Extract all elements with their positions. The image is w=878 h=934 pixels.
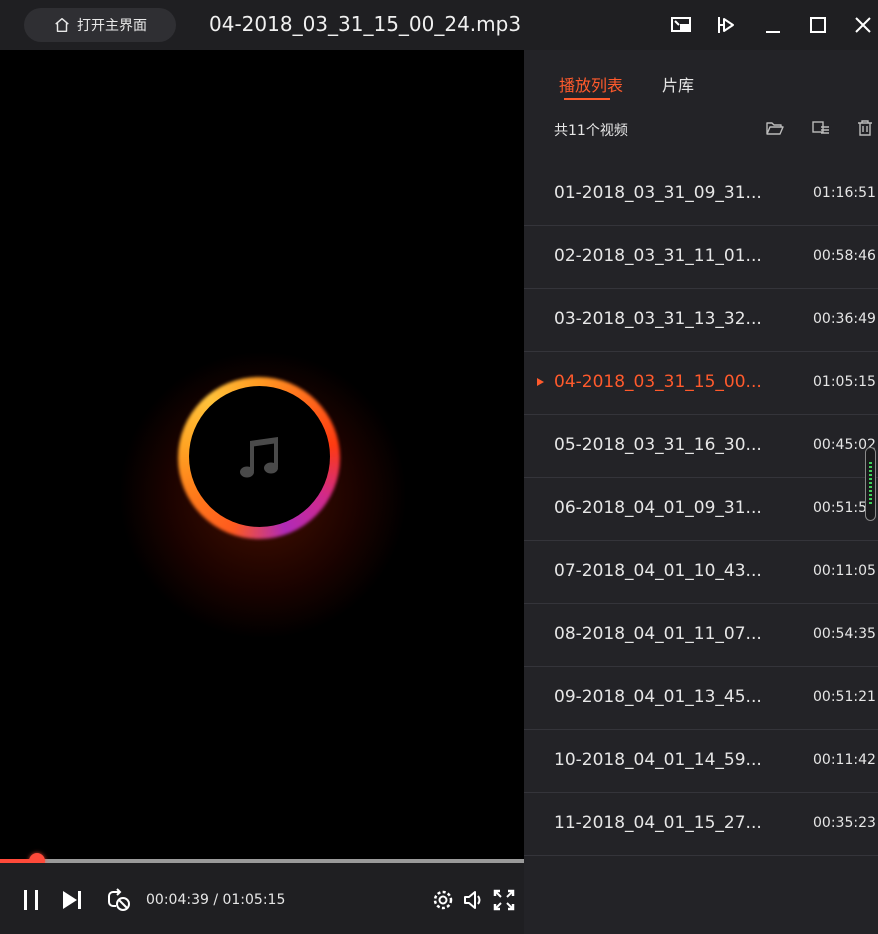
scroll-grip-line bbox=[869, 494, 872, 496]
list-manage-icon bbox=[812, 121, 829, 134]
home-button-label: 打开主界面 bbox=[77, 18, 147, 34]
tab-playlist[interactable]: 播放列表 bbox=[559, 72, 623, 96]
manage-list-button[interactable] bbox=[811, 118, 831, 138]
pause-icon bbox=[24, 890, 38, 910]
open-folder-button[interactable] bbox=[765, 118, 785, 138]
list-item[interactable]: 07-2018_04_01_10_43... 00:11:05 bbox=[524, 541, 878, 604]
volume-button[interactable] bbox=[461, 887, 487, 913]
scroll-grip-line bbox=[869, 470, 872, 472]
music-note-icon bbox=[239, 436, 278, 477]
item-duration: 00:35:23 bbox=[813, 815, 876, 831]
active-tab-indicator bbox=[564, 98, 610, 100]
trash-icon bbox=[858, 120, 872, 136]
list-item[interactable]: 10-2018_04_01_14_59... 00:11:42 bbox=[524, 730, 878, 793]
scroll-grip-line bbox=[869, 466, 872, 468]
close-icon bbox=[855, 17, 871, 33]
loop-icon bbox=[108, 888, 130, 911]
item-name: 10-2018_04_01_14_59... bbox=[554, 750, 762, 770]
item-name: 06-2018_04_01_09_31... bbox=[554, 498, 762, 518]
next-button[interactable] bbox=[59, 887, 85, 913]
close-button[interactable] bbox=[850, 12, 876, 38]
next-icon bbox=[63, 891, 81, 909]
list-item[interactable]: 08-2018_04_01_11_07... 00:54:35 bbox=[524, 604, 878, 667]
settings-button[interactable] bbox=[430, 887, 456, 913]
item-name: 02-2018_03_31_11_01... bbox=[554, 246, 762, 266]
list-item[interactable]: 11-2018_04_01_15_27... 00:35:23 bbox=[524, 793, 878, 856]
scroll-grip-line bbox=[869, 482, 872, 484]
time-display: 00:04:39 / 01:05:15 bbox=[146, 892, 286, 908]
gear-icon bbox=[433, 890, 453, 910]
item-duration: 00:11:42 bbox=[813, 752, 876, 768]
scroll-grip-line bbox=[869, 486, 872, 488]
loop-mode-button[interactable] bbox=[106, 887, 132, 913]
item-name: 08-2018_04_01_11_07... bbox=[554, 624, 762, 644]
list-item[interactable]: 09-2018_04_01_13_45... 00:51:21 bbox=[524, 667, 878, 730]
minimize-icon bbox=[766, 31, 780, 33]
item-name: 03-2018_03_31_13_32... bbox=[554, 309, 762, 329]
pin-button[interactable] bbox=[713, 12, 739, 38]
item-name: 01-2018_03_31_09_31... bbox=[554, 183, 762, 203]
minimize-button[interactable] bbox=[760, 12, 786, 38]
home-icon bbox=[55, 17, 69, 33]
item-duration: 00:58:46 bbox=[813, 248, 876, 264]
folder-open-icon bbox=[766, 122, 784, 135]
pin-icon bbox=[718, 17, 734, 33]
list-item-playing[interactable]: 04-2018_03_31_15_00... 01:05:15 bbox=[524, 352, 878, 415]
playlist: 01-2018_03_31_09_31... 01:16:51 02-2018_0… bbox=[524, 163, 878, 856]
scroll-grip-line bbox=[869, 474, 872, 476]
scroll-grip-line bbox=[869, 498, 872, 500]
fullscreen-icon bbox=[493, 889, 515, 911]
file-title: 04-2018_03_31_15_00_24.mp3 bbox=[209, 12, 522, 36]
tab-library[interactable]: 片库 bbox=[662, 72, 694, 96]
maximize-button[interactable] bbox=[805, 12, 831, 38]
maximize-icon bbox=[810, 17, 826, 33]
item-name: 04-2018_03_31_15_00... bbox=[554, 372, 762, 392]
video-count: 共11个视频 bbox=[554, 123, 628, 139]
item-duration: 00:51:21 bbox=[813, 689, 876, 705]
scroll-grip-line bbox=[869, 502, 872, 504]
item-name: 07-2018_04_01_10_43... bbox=[554, 561, 762, 581]
open-main-interface-button[interactable]: 打开主界面 bbox=[24, 8, 176, 42]
list-item[interactable]: 02-2018_03_31_11_01... 00:58:46 bbox=[524, 226, 878, 289]
item-duration: 01:16:51 bbox=[813, 185, 876, 201]
list-item[interactable]: 06-2018_04_01_09_31... 00:51:5 bbox=[524, 478, 878, 541]
video-area[interactable] bbox=[0, 50, 524, 860]
item-duration: 00:51:5 bbox=[813, 500, 867, 516]
item-duration: 00:54:35 bbox=[813, 626, 876, 642]
playlist-panel: 播放列表 片库 共11个视频 01-2018_03_31_09_31... 01:… bbox=[524, 50, 878, 934]
fullscreen-button[interactable] bbox=[491, 887, 517, 913]
scroll-grip-line bbox=[869, 478, 872, 480]
list-item[interactable]: 03-2018_03_31_13_32... 00:36:49 bbox=[524, 289, 878, 352]
list-item[interactable]: 05-2018_03_31_16_30... 00:45:02 bbox=[524, 415, 878, 478]
title-bar: 打开主界面 04-2018_03_31_15_00_24.mp3 bbox=[0, 0, 878, 50]
playing-indicator-icon bbox=[537, 378, 544, 386]
pause-button[interactable] bbox=[18, 887, 44, 913]
item-name: 05-2018_03_31_16_30... bbox=[554, 435, 762, 455]
volume-icon bbox=[464, 891, 481, 909]
audio-disc bbox=[189, 386, 330, 527]
item-duration: 01:05:15 bbox=[813, 374, 876, 390]
mini-mode-button[interactable] bbox=[668, 12, 694, 38]
clear-list-button[interactable] bbox=[855, 118, 875, 138]
playlist-scrollbar[interactable] bbox=[865, 447, 876, 521]
item-duration: 00:11:05 bbox=[813, 563, 876, 579]
item-name: 09-2018_04_01_13_45... bbox=[554, 687, 762, 707]
item-duration: 00:36:49 bbox=[813, 311, 876, 327]
item-name: 11-2018_04_01_15_27... bbox=[554, 813, 762, 833]
scroll-grip-line bbox=[869, 490, 872, 492]
mini-mode-icon bbox=[671, 17, 691, 32]
control-bar: 00:04:39 / 01:05:15 bbox=[0, 863, 524, 934]
scroll-grip-line bbox=[869, 462, 872, 464]
list-item[interactable]: 01-2018_03_31_09_31... 01:16:51 bbox=[524, 163, 878, 226]
